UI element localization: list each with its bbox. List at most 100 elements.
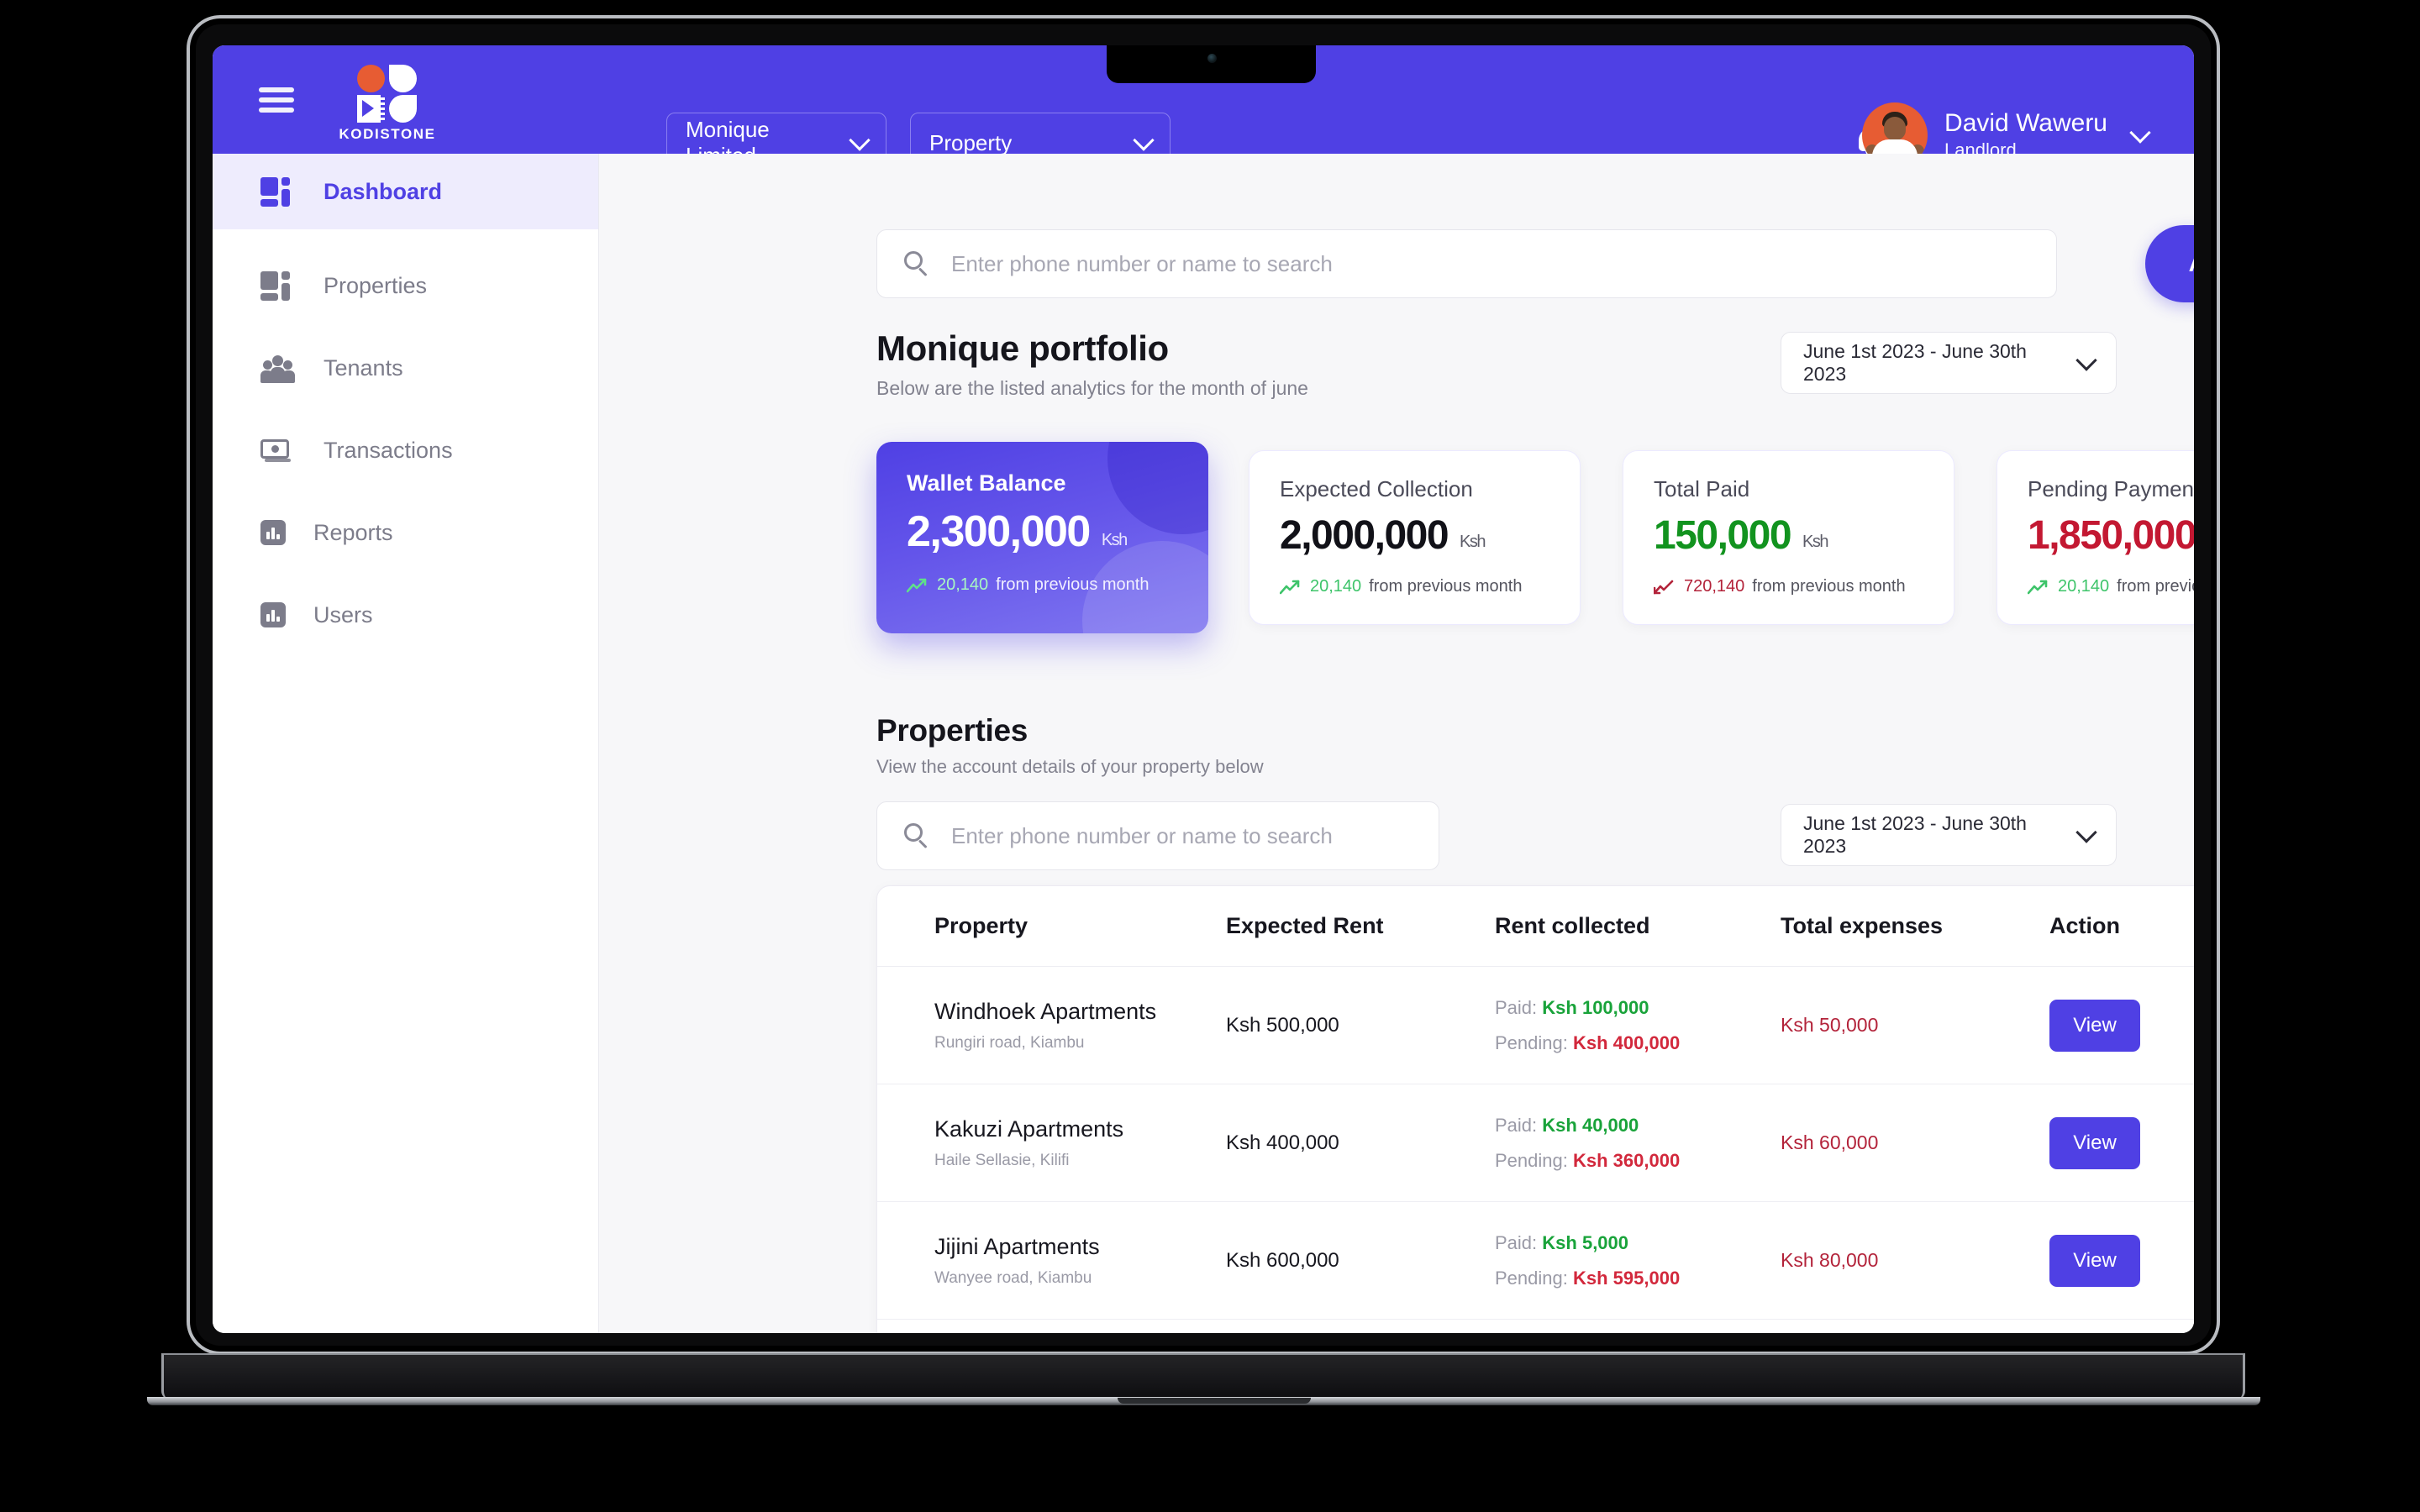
stat-card-trend-value: 720,140	[1684, 577, 1745, 596]
view-button[interactable]: View	[2049, 1234, 2140, 1287]
screen: KODISTONE Monique Limited Property 5 Dav…	[213, 45, 2194, 1333]
paid-label: Paid:	[1495, 1231, 1538, 1253]
camera-icon	[1207, 54, 1217, 63]
expected-rent-value: Ksh 500,000	[1226, 1013, 1339, 1037]
sidebar-item-label: Properties	[324, 272, 428, 298]
stat-card-trend-value: 20,140	[2058, 577, 2110, 596]
pending-value: Ksh 595,000	[1572, 1267, 1681, 1289]
users-icon	[260, 602, 286, 627]
stat-card-trend-suffix: from previous month	[1752, 577, 1906, 596]
chevron-down-icon	[2075, 349, 2097, 371]
chevron-down-icon	[2075, 821, 2097, 843]
user-name: David Waweru	[1944, 108, 2107, 137]
expenses-value: Ksh 80,000	[1781, 1249, 1879, 1271]
stat-card-pending-payments[interactable]: Pending Payments 1,850,000 Ksh 20,140 fr…	[1996, 450, 2194, 625]
stat-card-total-paid[interactable]: Total Paid 150,000 Ksh 720,140 from prev…	[1623, 450, 1954, 625]
page-subtitle: Below are the listed analytics for the m…	[876, 377, 1308, 399]
stat-card-currency: Ksh	[1101, 531, 1128, 549]
column-header-total-expenses: Total expenses	[1781, 913, 1944, 938]
properties-search-input-wrapper[interactable]: Enter phone number or name to search	[876, 801, 1439, 870]
stat-card-title: Total Paid	[1654, 476, 1750, 501]
laptop-hinge-notch	[1118, 1398, 1311, 1404]
table-row[interactable]: Kakuzi Apartments Haile Sellasie, Kilifi…	[877, 1084, 2194, 1202]
sidebar-item-users[interactable]: Users	[213, 577, 598, 653]
stat-card-expected-collection[interactable]: Expected Collection 2,000,000 Ksh 20,140…	[1249, 450, 1581, 625]
property-name: Kakuzi Apartments	[934, 1116, 1124, 1142]
stat-card-trend-suffix: from previous month	[1369, 577, 1523, 596]
stat-cards: Wallet Balance 2,300,000 Ksh 20,140 from…	[876, 442, 2194, 633]
property-select-value: Property	[929, 129, 1013, 155]
date-range-value: June 1st 2023 - June 30th 2023	[1803, 340, 2027, 385]
paid-value: Ksh 40,000	[1542, 1114, 1639, 1136]
pending-label: Pending:	[1495, 1149, 1568, 1171]
actions-label: Actions	[2189, 250, 2194, 277]
macbook-notch	[1107, 45, 1316, 83]
reports-icon	[260, 520, 286, 545]
table-row[interactable]: Windhoek Apartments Rungiri road, Kiambu…	[877, 967, 2194, 1084]
stat-card-amount: 1,850,000	[2028, 513, 2194, 558]
stat-card-trend: 20,140 from previous month	[1280, 577, 1580, 596]
section-subtitle: View the account details of your propert…	[876, 756, 1264, 777]
pending-label: Pending:	[1495, 1032, 1568, 1053]
stat-card-currency: Ksh	[1802, 533, 1828, 551]
properties-table: Property Expected Rent Rent collected To…	[876, 885, 2194, 1333]
expected-rent-value: Ksh 400,000	[1226, 1131, 1339, 1154]
stat-card-currency: Ksh	[1460, 533, 1486, 551]
search-icon	[904, 251, 929, 277]
column-header-action: Action	[2049, 913, 2120, 938]
trend-up-icon	[1280, 580, 1300, 594]
transactions-icon	[260, 436, 296, 465]
search-placeholder: Enter phone number or name to search	[951, 250, 1333, 276]
date-range-value: June 1st 2023 - June 30th 2023	[1803, 812, 2027, 857]
stat-card-trend-value: 20,140	[1310, 577, 1362, 596]
expenses-value: Ksh 50,000	[1781, 1014, 1879, 1036]
column-header-rent-collected: Rent collected	[1495, 913, 1650, 938]
stat-card-trend: 20,140 from previous month	[2028, 577, 2194, 596]
laptop-base	[161, 1353, 2245, 1399]
dashboard-icon	[260, 177, 296, 207]
column-header-expected-rent: Expected Rent	[1226, 913, 1384, 938]
property-address: Haile Sellasie, Kilifi	[934, 1151, 1070, 1169]
pending-label: Pending:	[1495, 1267, 1568, 1289]
view-button[interactable]: View	[2049, 999, 2140, 1052]
date-range-picker-top[interactable]: June 1st 2023 - June 30th 2023	[1781, 332, 2117, 394]
stat-card-trend-suffix: from previous month	[2117, 577, 2194, 596]
stat-card-wallet-balance[interactable]: Wallet Balance 2,300,000 Ksh 20,140 from…	[876, 442, 1208, 633]
search-input-wrapper[interactable]: Enter phone number or name to search	[876, 229, 2057, 298]
sidebar-item-reports[interactable]: Reports	[213, 495, 598, 570]
stat-card-trend: 720,140 from previous month	[1654, 577, 1954, 596]
paid-label: Paid:	[1495, 996, 1538, 1018]
sidebar-item-label: Reports	[313, 519, 393, 545]
table-row[interactable]: Jijini Apartments Wanyee road, Kiambu Ks…	[877, 1202, 2194, 1320]
search-placeholder: Enter phone number or name to search	[951, 822, 1333, 848]
chevron-down-icon	[849, 129, 871, 151]
properties-heading: Properties View the account details of y…	[876, 713, 1264, 778]
search-icon	[904, 823, 929, 849]
paid-value: Ksh 100,000	[1542, 996, 1649, 1018]
stat-card-amount: 2,300,000	[907, 507, 1091, 556]
pending-value: Ksh 400,000	[1572, 1032, 1681, 1053]
paid-label: Paid:	[1495, 1114, 1538, 1136]
view-button[interactable]: View	[2049, 1116, 2140, 1169]
sidebar-item-label: Users	[313, 601, 373, 627]
property-address: Rungiri road, Kiambu	[934, 1033, 1085, 1052]
property-address: Wanyee road, Kiambu	[934, 1268, 1092, 1287]
property-name: Jijini Apartments	[934, 1233, 1100, 1259]
portfolio-heading: Monique portfolio Below are the listed a…	[876, 328, 1308, 400]
sidebar: Dashboard Properties Tenants Transaction…	[213, 154, 599, 1333]
brand-name: KODISTONE	[339, 126, 436, 142]
sidebar-item-transactions[interactable]: Transactions	[213, 412, 598, 488]
table-row[interactable]: Mansion Apartments Ksh 500,000 Paid: Ksh…	[877, 1320, 2194, 1333]
stat-card-amount: 2,000,000	[1280, 513, 1449, 558]
sidebar-item-tenants[interactable]: Tenants	[213, 330, 598, 406]
hamburger-menu-icon[interactable]	[259, 87, 294, 113]
sidebar-item-properties[interactable]: Properties	[213, 248, 598, 323]
chevron-down-icon	[1133, 129, 1155, 151]
trend-up-icon	[2028, 580, 2048, 594]
stat-card-amount: 150,000	[1654, 513, 1792, 558]
trend-up-icon	[907, 578, 927, 592]
chevron-down-icon[interactable]	[2129, 121, 2151, 144]
sidebar-item-dashboard[interactable]: Dashboard	[213, 154, 598, 229]
date-range-picker-properties[interactable]: June 1st 2023 - June 30th 2023	[1781, 804, 2117, 866]
sidebar-item-label: Tenants	[324, 354, 403, 381]
